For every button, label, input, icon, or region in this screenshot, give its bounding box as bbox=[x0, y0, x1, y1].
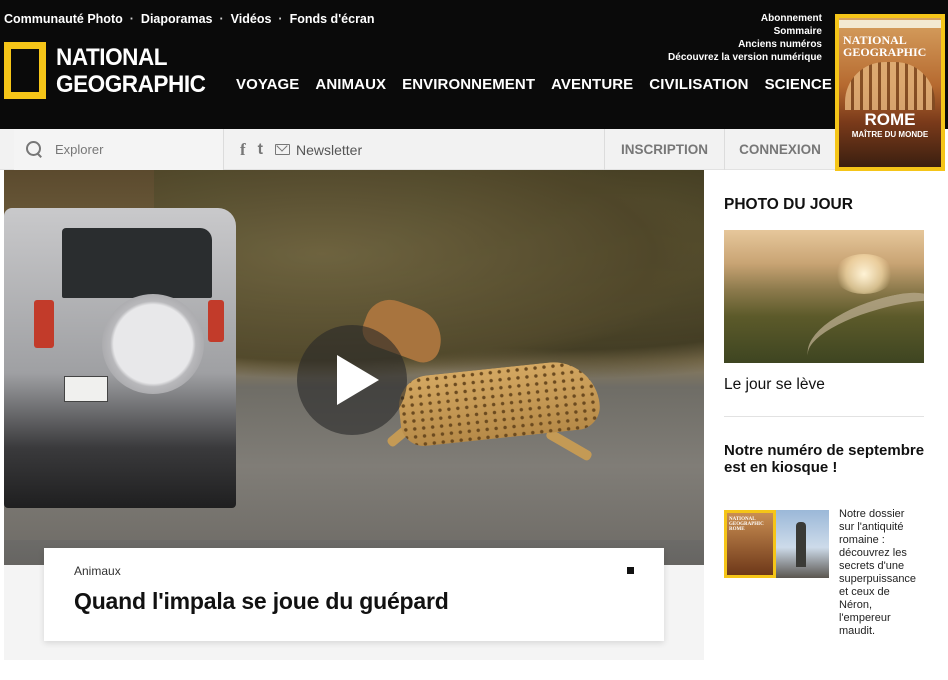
issue-title[interactable]: Notre numéro de septembre est en kiosque… bbox=[724, 442, 928, 476]
cover-headline: ROME bbox=[864, 110, 916, 129]
statue-photo[interactable] bbox=[776, 510, 829, 578]
nav-environnement[interactable]: ENVIRONNEMENT bbox=[402, 76, 535, 93]
mail-icon[interactable] bbox=[275, 144, 290, 155]
countryside-path bbox=[799, 286, 924, 363]
logo-yellow-frame-icon[interactable] bbox=[4, 42, 46, 99]
license-plate bbox=[64, 376, 108, 402]
car-tail-light bbox=[34, 300, 54, 348]
connexion-button[interactable]: CONNEXION bbox=[724, 129, 835, 170]
search-input[interactable] bbox=[55, 142, 195, 157]
logo-line-2: GEOGRAPHIC bbox=[56, 71, 206, 98]
statue-illustration bbox=[796, 522, 806, 567]
photo-du-jour-title: PHOTO DU JOUR bbox=[724, 196, 853, 213]
car-tail-light bbox=[208, 300, 224, 342]
issue-cover-image: NATIONAL GEOGRAPHIC ROME bbox=[727, 513, 773, 575]
cover-top-strip bbox=[839, 20, 941, 28]
hero-title[interactable]: Quand l'impala se joue du guépard bbox=[74, 588, 449, 615]
spare-wheel bbox=[102, 294, 204, 394]
car-illustration bbox=[4, 208, 236, 508]
site-logo[interactable]: NATIONAL GEOGRAPHIC bbox=[56, 44, 206, 98]
issue-description: Notre dossier sur l'antiquité romaine : … bbox=[839, 508, 917, 637]
photo-du-jour-caption[interactable]: Le jour se lève bbox=[724, 376, 825, 394]
issue-cover-thumbnail[interactable]: NATIONAL GEOGRAPHIC ROME bbox=[724, 510, 776, 578]
main-nav: VOYAGE ANIMAUX ENVIRONNEMENT AVENTURE CI… bbox=[236, 76, 832, 93]
separator: · bbox=[219, 12, 224, 26]
hero-category[interactable]: Animaux bbox=[74, 564, 121, 578]
link-videos[interactable]: Vidéos bbox=[231, 12, 272, 26]
social-links: f t Newsletter bbox=[240, 129, 362, 170]
nav-aventure[interactable]: AVENTURE bbox=[551, 76, 633, 93]
separator: · bbox=[278, 12, 283, 26]
cover-title: NATIONAL GEOGRAPHIC bbox=[843, 34, 926, 58]
right-sidebar: PHOTO DU JOUR Le jour se lève Notre numé… bbox=[704, 170, 948, 660]
link-anciens-numeros[interactable]: Anciens numéros bbox=[668, 38, 822, 51]
nav-animaux[interactable]: ANIMAUX bbox=[315, 76, 386, 93]
coliseum-illustration bbox=[845, 62, 935, 110]
issue-thumb-title: NATIONAL GEOGRAPHIC ROME bbox=[729, 517, 764, 532]
hero-video[interactable] bbox=[4, 170, 704, 565]
link-sommaire[interactable]: Sommaire bbox=[668, 25, 822, 38]
link-diaporamas[interactable]: Diaporamas bbox=[141, 12, 213, 26]
square-icon bbox=[627, 567, 634, 574]
cheetah-leg bbox=[544, 428, 594, 462]
play-icon[interactable] bbox=[297, 325, 407, 435]
inscription-button[interactable]: INSCRIPTION bbox=[604, 129, 724, 170]
magazine-cover[interactable]: NATIONAL GEOGRAPHIC ROME MAÎTRE DU MONDE bbox=[835, 14, 945, 171]
sidebar-divider bbox=[724, 416, 924, 417]
sun-glow bbox=[834, 254, 894, 294]
search-icon[interactable] bbox=[26, 141, 43, 158]
separator: · bbox=[129, 12, 134, 26]
twitter-icon[interactable]: t bbox=[258, 141, 263, 159]
logo-line-1: NATIONAL bbox=[56, 44, 168, 71]
secondary-bar: f t Newsletter INSCRIPTION CONNEXION bbox=[0, 129, 835, 170]
issue-thumb-headline: ROME bbox=[729, 527, 745, 532]
cover-title-line-2: GEOGRAPHIC bbox=[843, 45, 927, 59]
nav-voyage[interactable]: VOYAGE bbox=[236, 76, 299, 93]
link-version-numerique[interactable]: Découvrez la version numérique bbox=[668, 51, 822, 64]
nav-science[interactable]: SCIENCE bbox=[765, 76, 832, 93]
link-communaute-photo[interactable]: Communauté Photo bbox=[4, 12, 123, 26]
link-fonds-ecran[interactable]: Fonds d'écran bbox=[290, 12, 375, 26]
car-window bbox=[62, 228, 212, 298]
hero-caption-card[interactable]: Animaux Quand l'impala se joue du guépar… bbox=[44, 548, 664, 641]
cover-subhead: MAÎTRE DU MONDE bbox=[851, 130, 929, 139]
link-abonnement[interactable]: Abonnement bbox=[668, 12, 822, 25]
subscription-links: Abonnement Sommaire Anciens numéros Déco… bbox=[668, 12, 822, 64]
cover-image: NATIONAL GEOGRAPHIC ROME MAÎTRE DU MONDE bbox=[839, 18, 941, 167]
newsletter-link[interactable]: Newsletter bbox=[296, 142, 362, 158]
top-header: Communauté Photo · Diaporamas · Vidéos ·… bbox=[0, 0, 948, 129]
utility-links: Communauté Photo · Diaporamas · Vidéos ·… bbox=[4, 12, 375, 26]
search-box[interactable] bbox=[14, 129, 224, 170]
photo-du-jour-image[interactable] bbox=[724, 230, 924, 363]
facebook-icon[interactable]: f bbox=[240, 140, 246, 160]
nav-civilisation[interactable]: CIVILISATION bbox=[649, 76, 748, 93]
